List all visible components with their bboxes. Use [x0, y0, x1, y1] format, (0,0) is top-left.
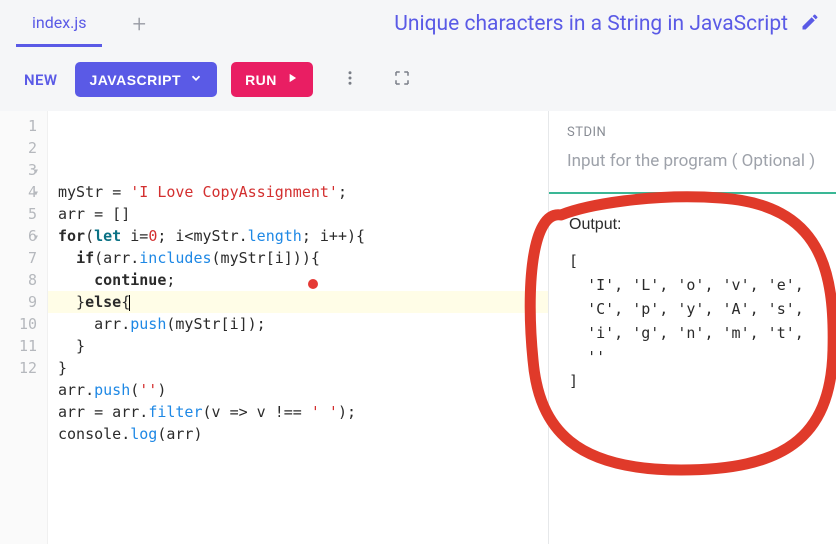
code-line[interactable]: arr = []: [58, 203, 538, 225]
line-number: 3: [4, 159, 37, 181]
page-title: Unique characters in a String in JavaScr…: [394, 12, 788, 36]
header-bar: index.js + Unique characters in a String…: [0, 0, 836, 48]
stdin-label: STDIN: [567, 125, 818, 140]
play-icon: [285, 71, 299, 88]
line-number: 8: [4, 269, 37, 291]
edit-title-icon[interactable]: [800, 12, 820, 36]
line-number: 6: [4, 225, 37, 247]
code-line[interactable]: }else{: [48, 291, 548, 313]
code-line[interactable]: arr.push(myStr[i]);: [58, 313, 538, 335]
tab-strip: index.js +: [16, 1, 152, 47]
output-text: [ 'I', 'L', 'o', 'v', 'e', 'C', 'p', 'y'…: [569, 249, 816, 393]
fullscreen-button[interactable]: [387, 63, 417, 97]
more-menu-button[interactable]: [335, 63, 365, 97]
code-line[interactable]: }: [58, 335, 538, 357]
code-line[interactable]: }: [58, 357, 538, 379]
main-area: 123456789101112 myStr = 'I Love CopyAssi…: [0, 111, 836, 544]
line-number: 2: [4, 137, 37, 159]
run-button[interactable]: RUN: [231, 62, 313, 97]
toolbar: NEW JAVASCRIPT RUN: [0, 48, 836, 111]
line-number: 12: [4, 357, 37, 379]
annotation-dot: [308, 279, 318, 289]
code-line[interactable]: myStr = 'I Love CopyAssignment';: [58, 181, 538, 203]
title-area: Unique characters in a String in JavaScr…: [394, 12, 820, 36]
code-editor[interactable]: 123456789101112 myStr = 'I Love CopyAssi…: [0, 111, 548, 544]
stdin-input[interactable]: Input for the program ( Optional ): [567, 150, 818, 174]
line-number: 7: [4, 247, 37, 269]
language-selector[interactable]: JAVASCRIPT: [75, 62, 217, 97]
code-area[interactable]: myStr = 'I Love CopyAssignment';arr = []…: [48, 111, 548, 544]
output-section: Output: [ 'I', 'L', 'o', 'v', 'e', 'C', …: [549, 194, 836, 544]
stdin-section: STDIN Input for the program ( Optional ): [549, 111, 836, 194]
code-line[interactable]: arr.push(''): [58, 379, 538, 401]
output-label: Output:: [569, 212, 816, 238]
tab-file[interactable]: index.js: [16, 1, 102, 47]
new-button[interactable]: NEW: [20, 71, 61, 89]
chevron-down-icon: [189, 71, 203, 88]
code-line[interactable]: arr = arr.filter(v => v !== ' ');: [58, 401, 538, 423]
line-number: 1: [4, 115, 37, 137]
run-label: RUN: [245, 72, 277, 88]
add-tab-button[interactable]: +: [126, 10, 152, 38]
code-line[interactable]: continue;: [58, 269, 538, 291]
app-root: index.js + Unique characters in a String…: [0, 0, 836, 544]
code-line[interactable]: console.log(arr): [58, 423, 538, 445]
line-number: 10: [4, 313, 37, 335]
io-panel: STDIN Input for the program ( Optional )…: [548, 111, 836, 544]
line-gutter: 123456789101112: [0, 111, 48, 544]
line-number: 9: [4, 291, 37, 313]
line-number: 11: [4, 335, 37, 357]
code-line[interactable]: for(let i=0; i<myStr.length; i++){: [58, 225, 538, 247]
language-label: JAVASCRIPT: [89, 72, 181, 88]
line-number: 4: [4, 181, 37, 203]
code-line[interactable]: if(arr.includes(myStr[i])){: [58, 247, 538, 269]
line-number: 5: [4, 203, 37, 225]
